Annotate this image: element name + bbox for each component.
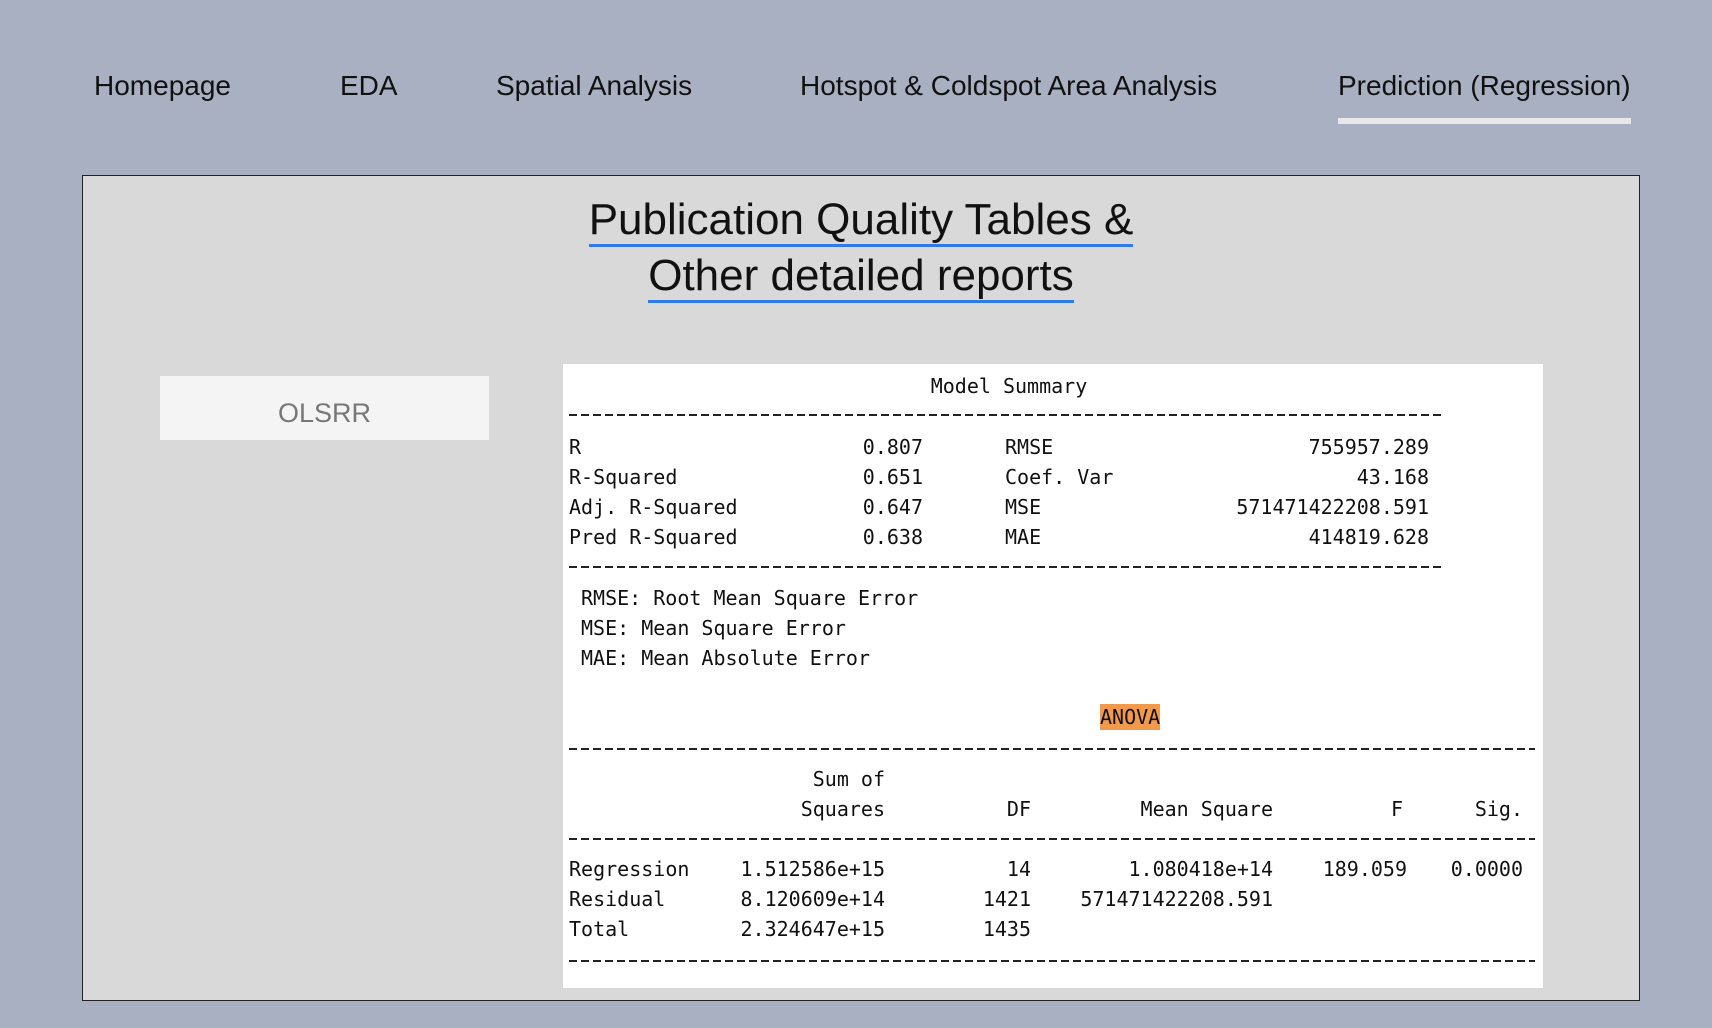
anova-sum-squares: 1.512586e+15	[740, 857, 886, 881]
anova-sum-squares: 8.120609e+14	[740, 887, 886, 911]
title-line-1: Publication Quality Tables &	[588, 196, 1134, 247]
anova-df: 1421	[982, 887, 1031, 911]
anova-df: 1435	[982, 917, 1031, 941]
header-sig: Sig.	[1474, 797, 1523, 821]
anova-df: 14	[1006, 857, 1031, 881]
page-title: Publication Quality Tables & Other detai…	[83, 192, 1639, 304]
summary-label-2: MSE	[1005, 495, 1042, 519]
anova-sig: 0.0000	[1450, 857, 1523, 881]
summary-label: Adj. R-Squared	[569, 495, 738, 519]
anova-row-label: Regression	[569, 857, 690, 881]
header-f: F	[1390, 797, 1404, 821]
anova-row-label: Residual	[569, 887, 666, 911]
summary-value: 0.647	[862, 495, 923, 519]
summary-value: 0.651	[862, 465, 923, 489]
tab-spatial-analysis[interactable]: Spatial Analysis	[496, 70, 692, 102]
tab-hotspot-coldspot[interactable]: Hotspot & Coldspot Area Analysis	[800, 70, 1217, 102]
divider	[569, 838, 1535, 840]
summary-label: R-Squared	[569, 465, 678, 489]
report-panel: Publication Quality Tables & Other detai…	[82, 175, 1640, 1001]
tab-prediction-regression[interactable]: Prediction (Regression)	[1338, 70, 1631, 124]
divider	[569, 960, 1535, 962]
tab-homepage[interactable]: Homepage	[94, 70, 231, 102]
note-mse: MSE: Mean Square Error	[581, 616, 846, 640]
summary-label: R	[569, 435, 582, 459]
note-mae: MAE: Mean Absolute Error	[581, 646, 870, 670]
olsrr-button[interactable]: OLSRR	[160, 376, 489, 440]
summary-label-2: Coef. Var	[1005, 465, 1114, 489]
summary-value: 0.638	[862, 525, 923, 549]
summary-value-2: 755957.289	[1308, 435, 1429, 459]
summary-value: 0.807	[862, 435, 923, 459]
anova-title: ANOVA	[1100, 704, 1161, 730]
anova-mean-square: 571471422208.591	[1080, 887, 1273, 911]
header-mean-square: Mean Square	[1140, 797, 1273, 821]
summary-label: Pred R-Squared	[569, 525, 738, 549]
title-line-2: Other detailed reports	[648, 252, 1074, 303]
report-output: Model Summary RMSE: Root Mean Square Err…	[563, 364, 1543, 988]
divider	[569, 414, 1441, 416]
divider	[569, 566, 1441, 568]
note-rmse: RMSE: Root Mean Square Error	[581, 586, 919, 610]
summary-value-2: 43.168	[1356, 465, 1429, 489]
anova-mean-square: 1.080418e+14	[1128, 857, 1274, 881]
summary-label-2: RMSE	[1005, 435, 1054, 459]
divider	[569, 748, 1535, 750]
anova-sum-squares: 2.324647e+15	[740, 917, 886, 941]
tab-eda[interactable]: EDA	[340, 70, 398, 102]
anova-row-label: Total	[569, 917, 630, 941]
header-df: DF	[1006, 797, 1031, 821]
anova-f: 189.059	[1322, 857, 1407, 881]
summary-value-2: 571471422208.591	[1236, 495, 1429, 519]
summary-value-2: 414819.628	[1308, 525, 1429, 549]
model-summary-title: Model Summary	[930, 374, 1088, 398]
summary-label-2: MAE	[1005, 525, 1042, 549]
header-squares: Squares	[800, 797, 885, 821]
header-sum-of: Sum of	[812, 767, 885, 791]
